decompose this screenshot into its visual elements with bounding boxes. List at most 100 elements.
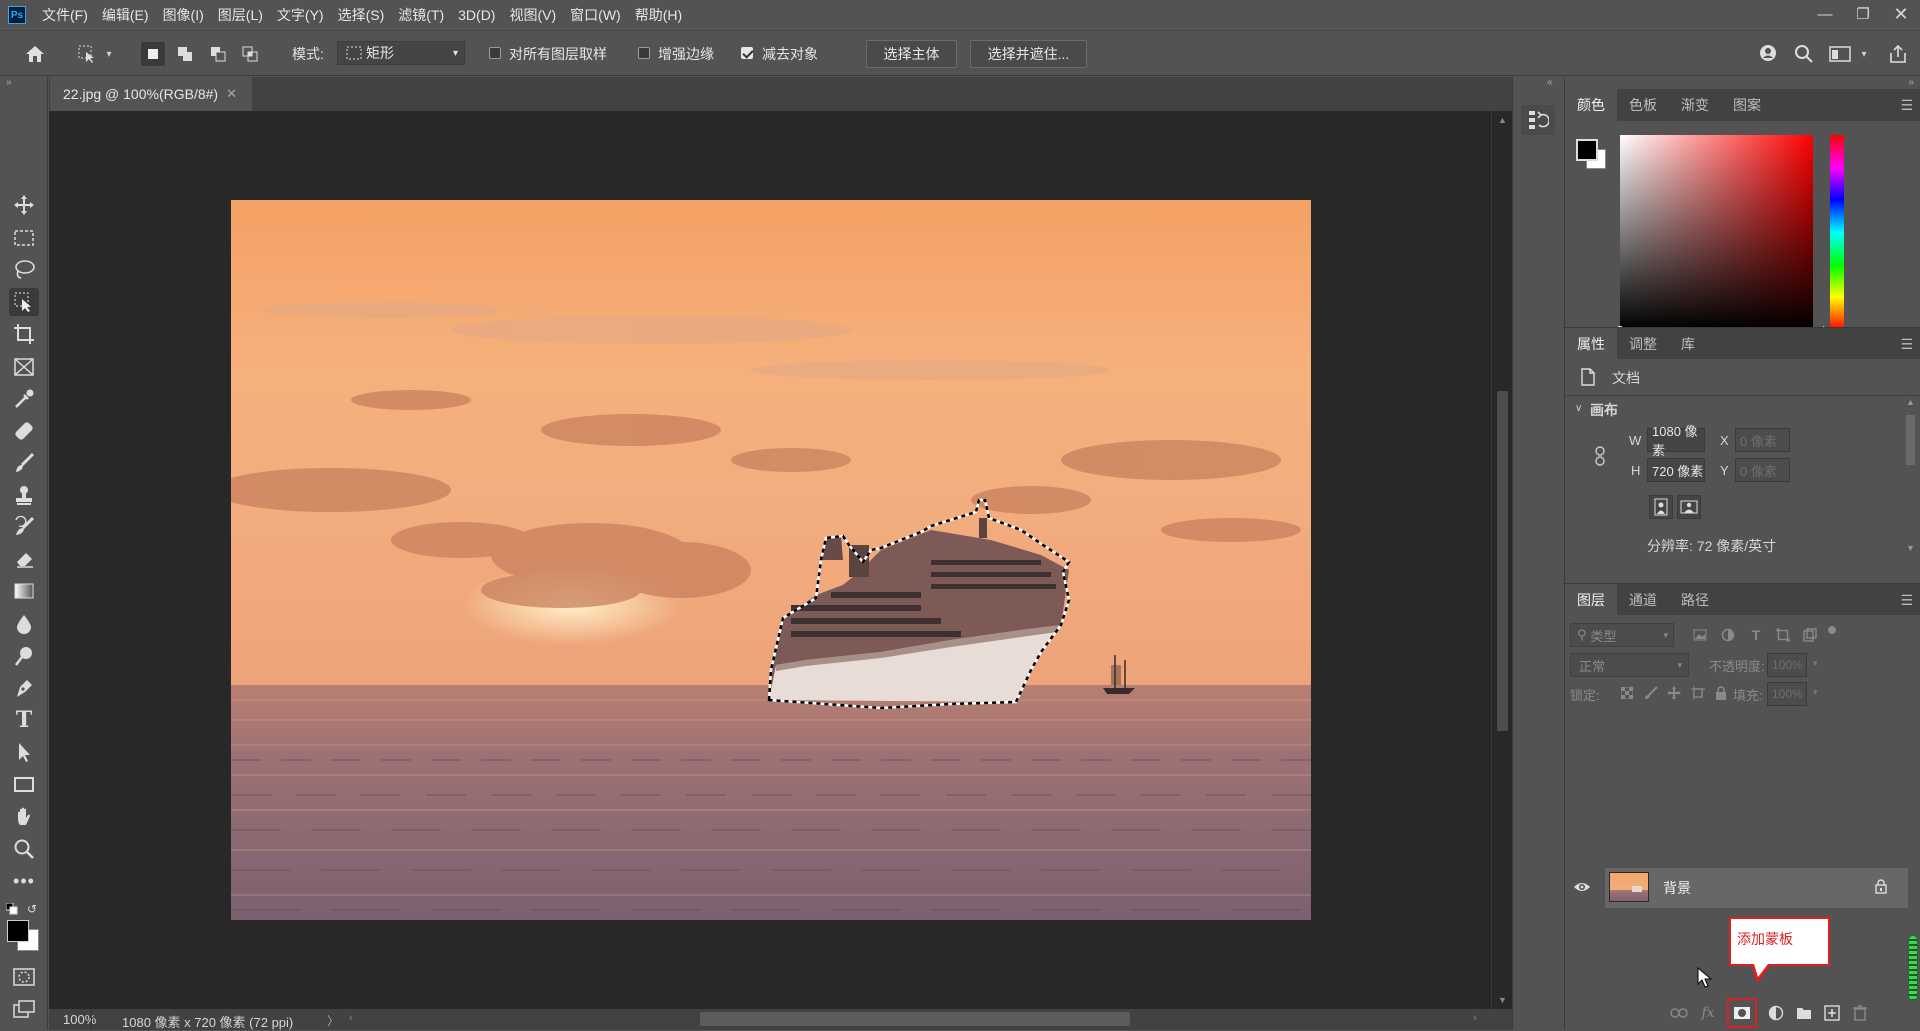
- filter-toggle-icon[interactable]: [1828, 626, 1836, 634]
- foreground-color-chip[interactable]: [1576, 139, 1598, 161]
- menu-file[interactable]: 文件(F): [42, 5, 88, 25]
- tab-layers[interactable]: 图层: [1565, 584, 1617, 616]
- tab-paths[interactable]: 路径: [1669, 584, 1721, 616]
- vertical-scrollbar[interactable]: ▲ ▼: [1491, 111, 1512, 1009]
- document-tab[interactable]: 22.jpg @ 100%(RGB/8#) ✕: [50, 77, 252, 111]
- pen-tool-icon[interactable]: [9, 674, 39, 702]
- panel-resize-handle[interactable]: [1908, 935, 1918, 1001]
- restore-icon[interactable]: ❐: [1844, 0, 1882, 28]
- swap-colors-icon[interactable]: ↺: [27, 902, 37, 916]
- search-help-icon[interactable]: [1757, 42, 1781, 66]
- lock-artboard-icon[interactable]: [1690, 685, 1706, 701]
- default-colors-icon[interactable]: [6, 903, 18, 915]
- menu-edit[interactable]: 编辑(E): [102, 5, 149, 25]
- layer-style-fx-icon[interactable]: fx: [1697, 1002, 1719, 1024]
- menu-type[interactable]: 文字(Y): [277, 5, 324, 25]
- lasso-tool-icon[interactable]: [9, 256, 39, 284]
- link-icon[interactable]: [1589, 445, 1611, 467]
- filter-smart-object-icon[interactable]: [1801, 626, 1819, 644]
- workspace-icon[interactable]: [1828, 42, 1852, 66]
- dodge-tool-icon[interactable]: [9, 642, 39, 670]
- scroll-up-icon[interactable]: ▲: [1498, 115, 1507, 125]
- new-adjustment-layer-icon[interactable]: [1765, 1002, 1787, 1024]
- chevron-down-icon[interactable]: ▾: [1858, 42, 1870, 66]
- height-input[interactable]: 720 像素: [1647, 458, 1705, 482]
- filter-pixel-icon[interactable]: [1691, 626, 1709, 644]
- link-layers-icon[interactable]: [1668, 1002, 1690, 1024]
- object-selection-tool-icon[interactable]: [9, 288, 39, 316]
- quick-mask-icon[interactable]: [9, 963, 39, 991]
- collapse-panels-icon[interactable]: «: [1547, 77, 1553, 88]
- document-info[interactable]: 1080 像素 x 720 像素 (72 ppi): [122, 1012, 293, 1031]
- tab-channels[interactable]: 通道: [1617, 584, 1669, 616]
- menu-image[interactable]: 图像(I): [163, 5, 204, 25]
- eye-icon[interactable]: [1573, 880, 1591, 896]
- rectangle-tool-icon[interactable]: [9, 770, 39, 798]
- new-group-folder-icon[interactable]: [1793, 1002, 1815, 1024]
- width-input[interactable]: 1080 像素: [1647, 424, 1705, 458]
- layer-name[interactable]: 背景: [1663, 878, 1691, 898]
- crop-tool-icon[interactable]: [9, 320, 39, 348]
- tab-gradients[interactable]: 渐变: [1669, 89, 1721, 121]
- portrait-orientation-icon[interactable]: [1649, 495, 1673, 519]
- chevron-down-icon[interactable]: ▾: [102, 42, 116, 66]
- menu-3d[interactable]: 3D(D): [458, 7, 495, 23]
- zoom-tool-icon[interactable]: [9, 835, 39, 863]
- gradient-tool-icon[interactable]: [9, 577, 39, 605]
- filter-adjustment-icon[interactable]: [1719, 626, 1737, 644]
- menu-window[interactable]: 窗口(W): [570, 5, 621, 25]
- eraser-tool-icon[interactable]: [9, 545, 39, 573]
- layer-row[interactable]: 背景: [1605, 868, 1908, 908]
- blend-mode-select[interactable]: 正常 ▾: [1570, 653, 1689, 677]
- intersect-selection-icon[interactable]: [238, 42, 262, 66]
- document-image[interactable]: [231, 200, 1311, 920]
- brush-tool-icon[interactable]: [9, 449, 39, 477]
- menu-layer[interactable]: 图层(L): [218, 5, 263, 25]
- menu-select[interactable]: 选择(S): [338, 5, 385, 25]
- eyedropper-tool-icon[interactable]: [9, 385, 39, 413]
- foreground-color-swatch[interactable]: [7, 920, 29, 942]
- history-brush-tool-icon[interactable]: [9, 513, 39, 541]
- blur-tool-icon[interactable]: [9, 610, 39, 638]
- select-subject-button[interactable]: 选择主体: [866, 40, 957, 68]
- rectangular-marquee-tool-icon[interactable]: [9, 224, 39, 252]
- select-and-mask-button[interactable]: 选择并遮住...: [970, 40, 1087, 68]
- panel-menu-icon[interactable]: ☰: [1900, 97, 1913, 114]
- lock-all-icon[interactable]: [1713, 685, 1729, 701]
- layer-filter-select[interactable]: ⚲ 类型 ▾: [1570, 623, 1674, 647]
- enhance-edge-checkbox[interactable]: [638, 47, 650, 59]
- lock-position-icon[interactable]: [1666, 685, 1682, 701]
- add-selection-icon[interactable]: [173, 42, 197, 66]
- lock-pixels-icon[interactable]: [1643, 685, 1659, 701]
- hue-slider[interactable]: [1823, 135, 1844, 336]
- collapse-right-icon[interactable]: »: [1908, 77, 1914, 88]
- clone-stamp-tool-icon[interactable]: [9, 481, 39, 509]
- tab-adjustments[interactable]: 调整: [1617, 328, 1669, 360]
- type-tool-icon[interactable]: T: [9, 706, 39, 734]
- hand-tool-icon[interactable]: [9, 803, 39, 831]
- menu-filter[interactable]: 滤镜(T): [398, 5, 444, 25]
- tab-libraries[interactable]: 库: [1669, 328, 1707, 360]
- frame-tool-icon[interactable]: [9, 353, 39, 381]
- chevron-down-icon[interactable]: ∨: [1575, 403, 1582, 414]
- collapse-toolbar-icon[interactable]: »: [6, 77, 12, 88]
- scroll-left-icon[interactable]: ‹: [349, 1012, 353, 1024]
- scroll-down-icon[interactable]: ▼: [1498, 995, 1507, 1005]
- menu-view[interactable]: 视图(V): [509, 5, 556, 25]
- mode-select[interactable]: 矩形 ▾: [337, 41, 465, 65]
- scrollbar-thumb[interactable]: [1497, 391, 1508, 731]
- landscape-orientation-icon[interactable]: [1677, 495, 1701, 519]
- tab-swatches[interactable]: 色板: [1617, 89, 1669, 121]
- lock-transparent-icon[interactable]: [1619, 685, 1635, 701]
- share-icon[interactable]: [1886, 42, 1910, 66]
- sample-all-layers-checkbox[interactable]: [489, 47, 501, 59]
- close-icon[interactable]: ✕: [226, 86, 237, 102]
- panel-menu-icon[interactable]: ☰: [1900, 592, 1913, 609]
- close-icon[interactable]: ✕: [1882, 0, 1920, 28]
- path-selection-tool-icon[interactable]: [9, 738, 39, 766]
- search-icon[interactable]: [1792, 42, 1816, 66]
- home-icon[interactable]: [23, 42, 47, 66]
- tab-properties[interactable]: 属性: [1565, 328, 1617, 360]
- filter-type-icon[interactable]: T: [1747, 626, 1765, 644]
- tab-color[interactable]: 颜色: [1565, 89, 1617, 121]
